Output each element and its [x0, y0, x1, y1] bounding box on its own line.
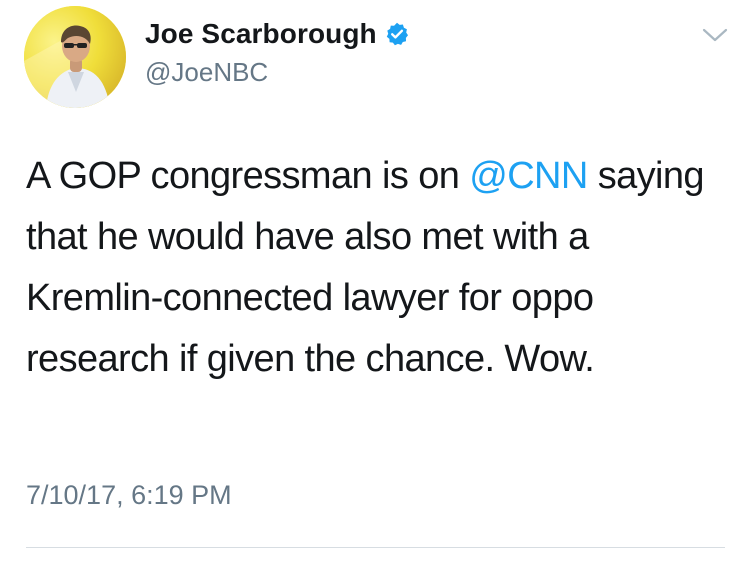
tweet-text: A GOP congressman is on @CNN saying that… — [26, 146, 726, 390]
verified-badge-icon — [385, 22, 409, 46]
author-name-row[interactable]: Joe Scarborough — [145, 16, 409, 52]
avatar[interactable] — [24, 6, 126, 108]
divider — [26, 547, 725, 548]
timestamp[interactable]: 7/10/17, 6:19 PM — [26, 480, 232, 511]
chevron-down-icon[interactable] — [700, 24, 730, 46]
author-handle[interactable]: @JoeNBC — [145, 57, 268, 88]
display-name[interactable]: Joe Scarborough — [145, 18, 377, 50]
avatar-image — [24, 6, 126, 108]
tweet-text-part: A GOP congressman is on — [26, 155, 470, 197]
mention-link[interactable]: @CNN — [469, 155, 588, 197]
tweet-card: Joe Scarborough @JoeNBC A GOP congressma… — [0, 0, 750, 562]
